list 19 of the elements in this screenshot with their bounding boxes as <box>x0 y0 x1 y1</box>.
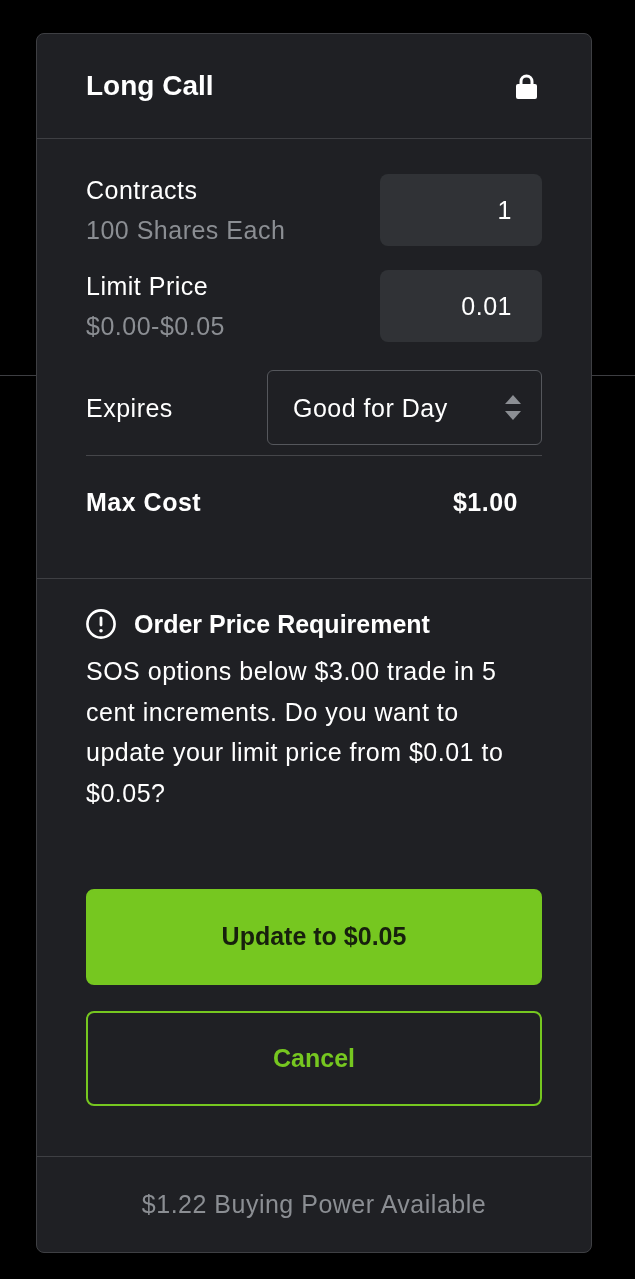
number-field[interactable]: 1 <box>380 174 542 246</box>
buying-power-text: $1.22 Buying Power Available <box>141 1188 487 1220</box>
alert-title: Order Price Requirement <box>134 609 430 639</box>
number-field[interactable]: 0.01 <box>380 270 542 342</box>
cancel-button[interactable]: Cancel <box>86 1010 542 1106</box>
update-button[interactable]: Update to $0.05 <box>86 888 542 985</box>
max-cost-label: Max Cost <box>86 487 202 518</box>
field-hint: 100 Shares Each <box>86 215 286 246</box>
alert-message: SOS options below $3.00 trade in 5 cent increments. Do you want to update your limit price from $0.01 to $0.05? <box>86 656 505 810</box>
field-hint: $0.00-$0.05 <box>86 311 225 342</box>
exclamation-circle-icon <box>86 609 116 639</box>
field-label: Expires <box>86 392 173 424</box>
up-down-caret-icon <box>505 395 521 420</box>
max-cost-value: $1.00 <box>452 487 519 518</box>
field-label: Contracts <box>86 175 199 206</box>
field-label: Limit Price <box>86 271 210 302</box>
expiry-select[interactable]: Good for Day <box>267 370 542 445</box>
panel-title: Long Call <box>86 69 214 103</box>
lock-icon <box>516 73 537 99</box>
